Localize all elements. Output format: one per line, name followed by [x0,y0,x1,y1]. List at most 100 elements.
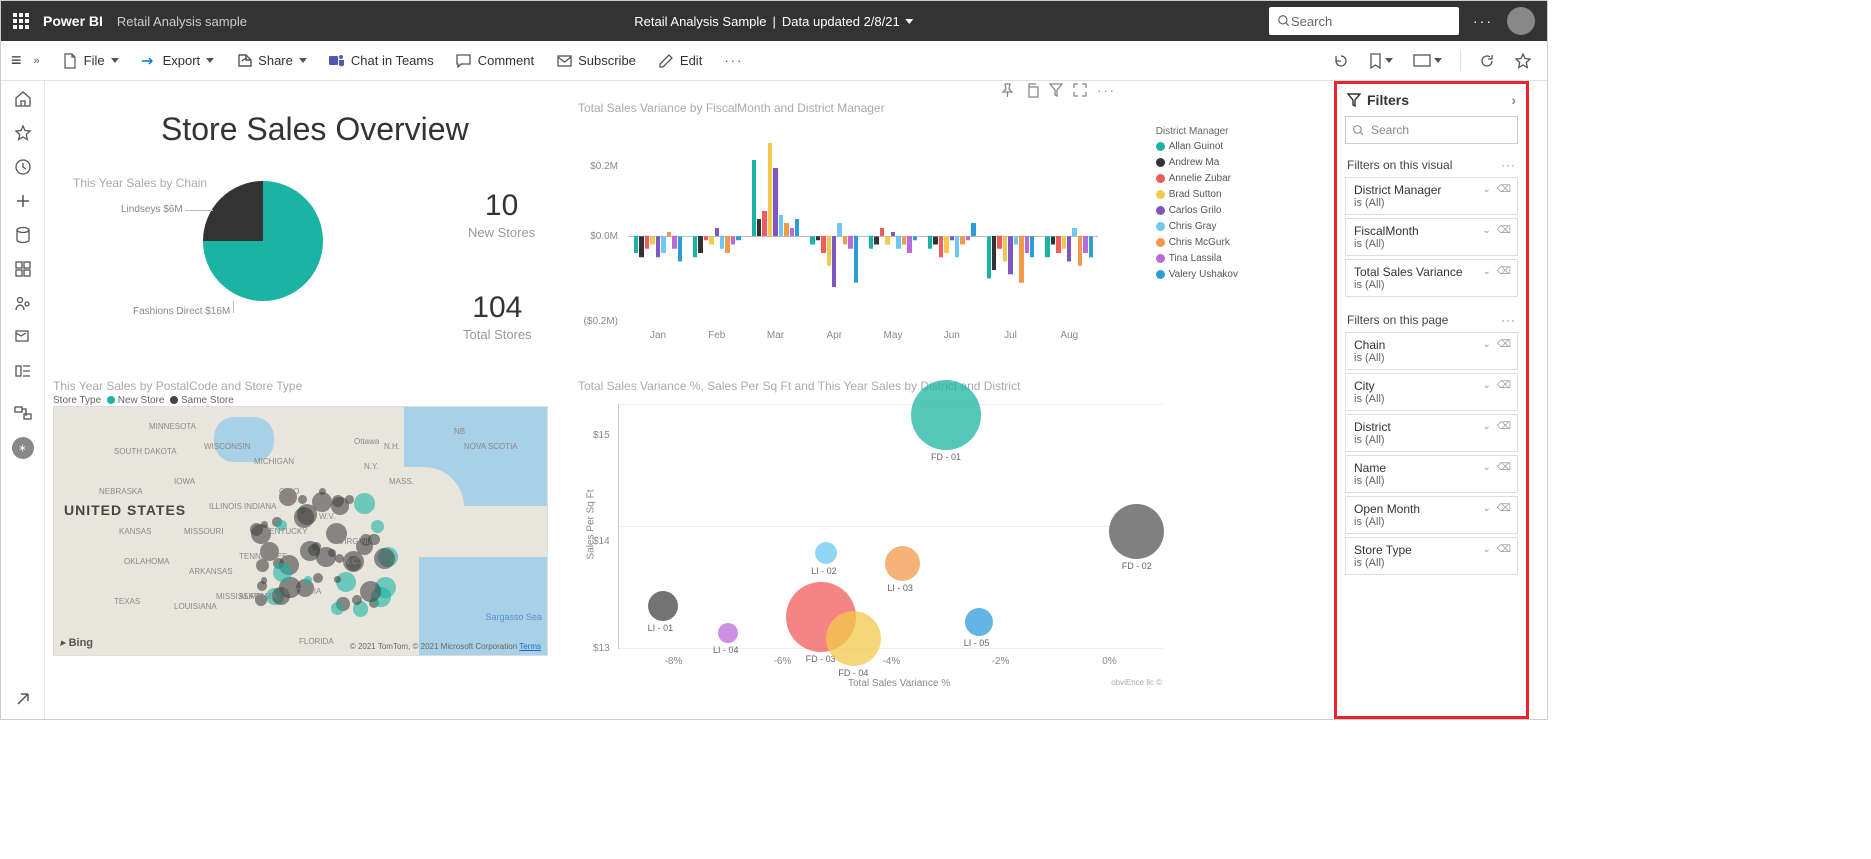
expand-filter-icon[interactable]: ⌄ [1482,380,1490,391]
export-menu[interactable]: Export [133,49,223,73]
favorites-icon[interactable] [13,123,33,143]
favorite-icon[interactable] [1509,49,1537,73]
map-store-dot [360,581,381,602]
kpi-new-stores[interactable]: 10 New Stores [468,189,535,240]
user-avatar[interactable] [1507,7,1535,35]
nav-toggle-icon[interactable]: ≡ [11,50,22,71]
shared-icon[interactable] [13,293,33,313]
clear-filter-icon[interactable]: ⌫ [1497,503,1511,514]
pin-icon[interactable] [1000,83,1015,98]
clear-filter-icon[interactable]: ⌫ [1497,462,1511,473]
expand-filter-icon[interactable]: ⌄ [1482,421,1490,432]
clear-filter-icon[interactable]: ⌫ [1497,421,1511,432]
apps-icon[interactable] [13,259,33,279]
kpi-total-stores[interactable]: 104 Total Stores [463,291,532,342]
recent-icon[interactable] [13,157,33,177]
expand-filter-icon[interactable]: ⌄ [1482,544,1490,555]
subscribe-button[interactable]: Subscribe [548,49,644,73]
copy-icon[interactable] [1025,83,1039,98]
view-menu[interactable] [1407,50,1448,71]
expand-nav-icon[interactable] [13,689,33,709]
filter-card[interactable]: Cityis (All)⌄⌫ [1345,373,1518,411]
filter-card[interactable]: Open Monthis (All)⌄⌫ [1345,496,1518,534]
comment-button[interactable]: Comment [448,49,542,73]
filter-card[interactable]: FiscalMonthis (All)⌄⌫ [1345,218,1518,256]
pie-chart-visual[interactable]: Lindseys $6M Fashions Direct $16M [53,166,433,366]
filter-card[interactable]: Store Typeis (All)⌄⌫ [1345,537,1518,575]
filter-card[interactable]: Chainis (All)⌄⌫ [1345,332,1518,370]
expand-filter-icon[interactable]: ⌄ [1482,462,1490,473]
filter-card[interactable]: Total Sales Varianceis (All)⌄⌫ [1345,259,1518,297]
bar [821,236,825,253]
expand-filter-icon[interactable]: ⌄ [1482,266,1490,277]
workspaces-icon[interactable] [13,361,33,381]
filter-card[interactable]: Districtis (All)⌄⌫ [1345,414,1518,452]
current-workspace-icon[interactable]: ✶ [12,437,34,459]
map-store-dot [354,493,375,514]
bubble-label: LI - 05 [964,638,990,648]
create-icon[interactable] [13,191,33,211]
file-menu[interactable]: File [54,49,127,73]
home-icon[interactable] [13,89,33,109]
datasets-icon[interactable] [13,225,33,245]
section-more-icon[interactable]: ··· [1501,158,1516,172]
section-more-icon[interactable]: ··· [1501,313,1516,327]
reset-icon[interactable] [1327,49,1355,73]
expand-filter-icon[interactable]: ⌄ [1482,225,1490,236]
visual-more-icon[interactable]: ··· [1097,83,1116,98]
bubble-label: FD - 04 [838,668,868,678]
deployment-icon[interactable] [13,403,33,423]
map-state-label: NEBRASKA [99,487,143,496]
expand-filter-icon[interactable]: ⌄ [1482,184,1490,195]
legend-label: Valery Ushakov [1169,269,1238,280]
share-menu[interactable]: Share [228,49,315,73]
filters-on-page-section: Filters on this page··· [1337,307,1526,329]
legend-item[interactable]: Tina Lassila [1156,253,1238,264]
scatter-title: Total Sales Variance %, Sales Per Sq Ft … [578,379,1168,393]
report-title-center[interactable]: Retail Analysis Sample | Data updated 2/… [634,14,913,29]
legend-item[interactable]: Andrew Ma [1156,157,1238,168]
expand-filter-icon[interactable]: ⌄ [1482,339,1490,350]
bar-chart-visual[interactable]: $0.2M $0.0M ($0.2M) JanFebMarAprMayJunJu… [578,101,1138,361]
edit-button[interactable]: Edit [650,49,710,73]
bookmark-menu[interactable] [1363,49,1399,73]
legend-item[interactable]: Valery Ushakov [1156,269,1238,280]
legend-item[interactable]: Chris McGurk [1156,237,1238,248]
clear-filter-icon[interactable]: ⌫ [1497,544,1511,555]
export-icon [141,53,157,69]
chat-teams-button[interactable]: Chat in Teams [321,49,442,73]
filter-applied-icon[interactable] [1049,83,1063,98]
clear-filter-icon[interactable]: ⌫ [1497,225,1511,236]
clear-filter-icon[interactable]: ⌫ [1497,339,1511,350]
bar [645,236,649,249]
map-visual[interactable]: This Year Sales by PostalCode and Store … [53,379,548,657]
more-commands-icon[interactable]: ··· [716,49,751,72]
legend-item[interactable]: Allan Guinot [1156,141,1238,152]
kpi-label: New Stores [468,225,535,240]
learn-icon[interactable] [13,327,33,347]
more-options-icon[interactable]: ··· [1473,13,1493,29]
refresh-icon[interactable] [1473,49,1501,73]
legend-item[interactable]: Brad Sutton [1156,189,1238,200]
map-state-label: KENTUCKY [264,527,308,536]
global-search-input[interactable]: Search [1269,7,1459,35]
app-launcher-icon[interactable] [13,13,29,29]
expand-pages-icon[interactable]: » [34,55,40,67]
filter-card[interactable]: Nameis (All)⌄⌫ [1345,455,1518,493]
scatter-visual[interactable]: Total Sales Variance %, Sales Per Sq Ft … [578,379,1168,689]
clear-filter-icon[interactable]: ⌫ [1497,380,1511,391]
collapse-pane-icon[interactable]: › [1511,92,1516,108]
map-terms-link[interactable]: Terms [519,642,541,651]
filters-search-input[interactable]: Search [1345,116,1518,144]
x-tick-label: -8% [665,656,683,667]
expand-filter-icon[interactable]: ⌄ [1482,503,1490,514]
legend-item[interactable]: Chris Gray [1156,221,1238,232]
clear-filter-icon[interactable]: ⌫ [1497,184,1511,195]
focus-mode-icon[interactable] [1073,83,1087,98]
clear-filter-icon[interactable]: ⌫ [1497,266,1511,277]
legend-item[interactable]: Annelie Zubar [1156,173,1238,184]
legend-label: Annelie Zubar [1169,173,1231,184]
legend-item[interactable]: Carlos Grilo [1156,205,1238,216]
filter-card[interactable]: District Manageris (All)⌄⌫ [1345,177,1518,215]
filter-value: is (All) [1354,238,1509,250]
